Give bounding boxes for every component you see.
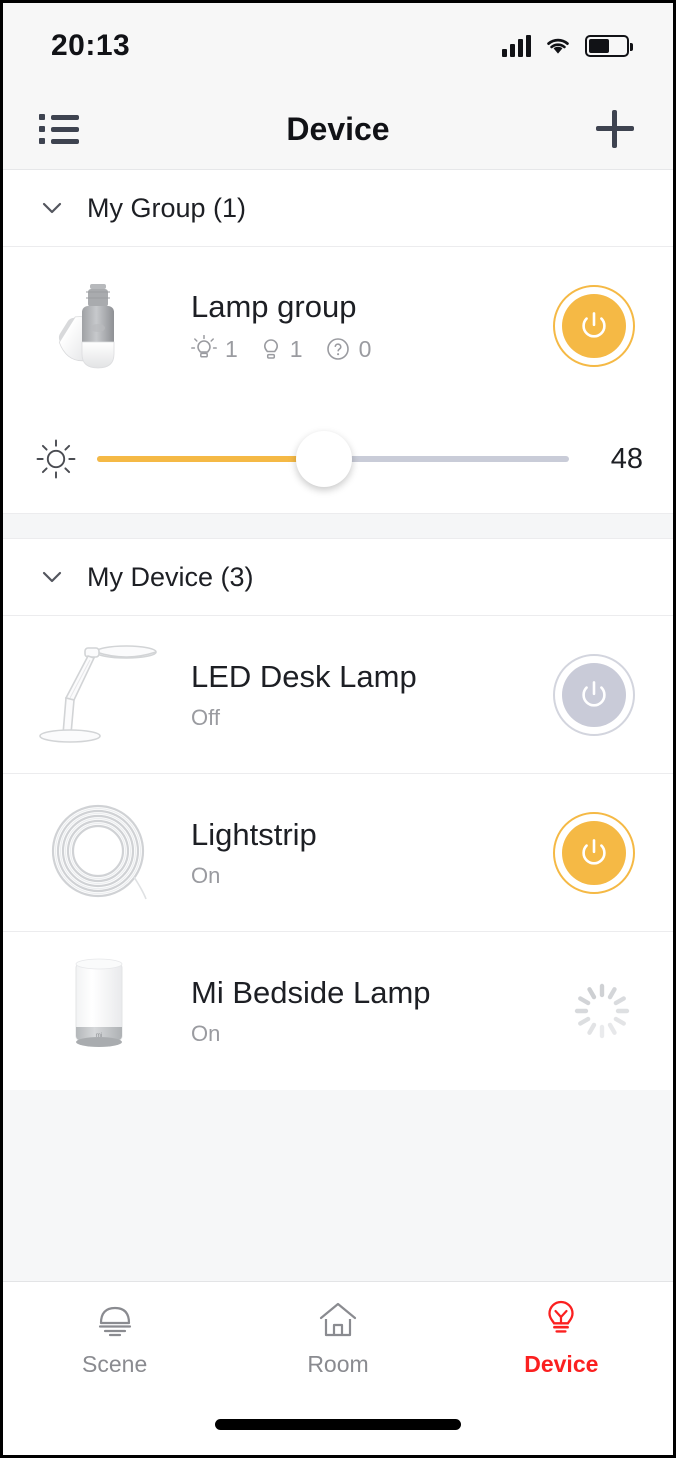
- device-info: Lightstrip On: [173, 817, 553, 889]
- lampshade-icon: [91, 1297, 139, 1341]
- tab-device[interactable]: Device: [450, 1282, 673, 1393]
- device-power-toggle-led-desk-lamp[interactable]: [553, 653, 635, 736]
- tab-room[interactable]: Room: [226, 1282, 449, 1393]
- smart-bulbs-photo: [23, 266, 173, 386]
- device-row-lightstrip[interactable]: Lightstrip On: [3, 774, 673, 932]
- device-row-mi-bedside-lamp[interactable]: mi Mi Bedside Lamp On: [3, 932, 673, 1090]
- desk-lamp-photo: [23, 635, 173, 755]
- power-icon: [582, 838, 606, 865]
- status-icons: [502, 35, 633, 57]
- add-device-button[interactable]: [587, 101, 643, 157]
- section-title: My Group (1): [87, 192, 247, 223]
- page-title: Device: [286, 110, 390, 147]
- power-icon: [582, 680, 606, 707]
- wifi-icon: [547, 38, 569, 54]
- plus-icon: [596, 110, 634, 148]
- home-indicator[interactable]: [215, 1418, 461, 1430]
- device-row-led-desk-lamp[interactable]: LED Desk Lamp Off: [3, 616, 673, 774]
- chevron-down-icon: [42, 202, 62, 214]
- device-name: Lightstrip: [191, 816, 317, 852]
- question-circle-icon: [326, 338, 349, 360]
- section-divider: [3, 513, 673, 539]
- stat-unknown: 0: [325, 335, 372, 363]
- device-name: Mi Bedside Lamp: [191, 975, 431, 1010]
- device-status: Off: [191, 704, 220, 730]
- content-scroll-area[interactable]: My Group (1) Lamp group 1 1 0 48 My Devi…: [3, 170, 673, 1281]
- bedside-lamp-photo: mi: [23, 951, 173, 1071]
- device-info: LED Desk Lamp Off: [173, 659, 553, 731]
- slider-thumb[interactable]: [295, 431, 352, 487]
- slider-track-fill: [97, 456, 324, 462]
- house-icon: [314, 1297, 362, 1341]
- brightness-value: 48: [610, 442, 643, 475]
- section-header-my-group[interactable]: My Group (1): [3, 170, 673, 247]
- menu-button[interactable]: [31, 101, 87, 157]
- battery-icon: [585, 35, 633, 57]
- bulb-off-icon: [263, 339, 278, 359]
- bottom-tab-bar: Scene Room Device: [3, 1281, 673, 1393]
- svg-text:mi: mi: [96, 1033, 102, 1039]
- group-power-toggle[interactable]: [553, 285, 635, 367]
- section-header-my-device[interactable]: My Device (3): [3, 539, 673, 616]
- status-time: 20:13: [51, 29, 131, 62]
- tab-scene[interactable]: Scene: [3, 1282, 226, 1393]
- tab-label: Device: [524, 1351, 599, 1377]
- device-status: On: [191, 1021, 221, 1046]
- stat-value: 0: [358, 335, 372, 362]
- group-name: Lamp group: [191, 289, 357, 324]
- chevron-down-icon: [42, 571, 62, 583]
- tab-label: Scene: [82, 1351, 148, 1377]
- phone-screen: 20:13 Device My Group (1) Lamp group 1 1…: [0, 0, 676, 1458]
- stat-value: 1: [289, 335, 303, 362]
- stat-bulb-off: 1: [260, 335, 303, 363]
- device-info: Mi Bedside Lamp On: [173, 975, 569, 1047]
- home-indicator-area: [3, 1393, 673, 1455]
- brightness-sun-icon: [36, 439, 76, 479]
- group-stats: 1 1 0: [191, 335, 553, 363]
- group-row-lamp-group[interactable]: Lamp group 1 1 0: [3, 247, 673, 405]
- tab-label: Room: [307, 1351, 369, 1377]
- device-name: LED Desk Lamp: [191, 658, 417, 694]
- status-bar: 20:13: [3, 3, 673, 89]
- app-header: Device: [3, 89, 673, 170]
- bulb-icon: [537, 1297, 585, 1341]
- brightness-slider[interactable]: [97, 429, 569, 489]
- list-menu-icon: [39, 114, 79, 144]
- bulb-on-icon: [191, 335, 217, 358]
- loading-spinner-icon: [574, 983, 630, 1039]
- device-status: On: [191, 862, 221, 888]
- empty-space: [3, 1090, 673, 1281]
- signal-bars-icon: [502, 35, 531, 57]
- lightstrip-coil-photo: [23, 793, 173, 913]
- group-brightness-row[interactable]: 48: [3, 405, 673, 513]
- group-info: Lamp group 1 1 0: [173, 289, 553, 363]
- device-power-toggle-lightstrip[interactable]: [553, 811, 635, 894]
- stat-value: 1: [225, 335, 238, 362]
- power-icon: [582, 312, 606, 338]
- stat-bulb-on: 1: [191, 335, 238, 363]
- section-title: My Device (3): [87, 561, 254, 592]
